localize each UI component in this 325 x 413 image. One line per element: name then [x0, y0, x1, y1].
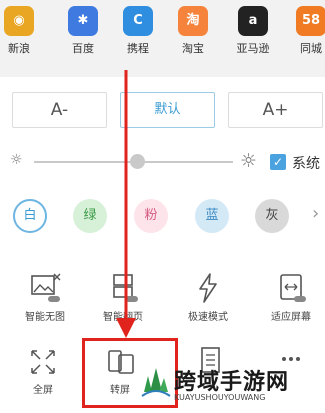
lightning-icon: [199, 273, 217, 303]
brightness-high-icon: ☼: [240, 150, 258, 172]
app-label: 携程: [127, 42, 149, 55]
app-sina[interactable]: ◉ 新浪: [0, 6, 44, 56]
amazon-icon: a: [238, 6, 268, 36]
tool-label: 极速模式: [188, 312, 228, 323]
tool-label: 智能无图: [25, 312, 65, 323]
tool-smart-no-image[interactable]: 智能无图: [5, 272, 85, 323]
theme-blue-swatch[interactable]: 蓝: [195, 199, 229, 233]
baidu-icon: ✱: [68, 6, 98, 36]
no-image-icon: [31, 273, 61, 302]
app-baidu[interactable]: ✱ 百度: [58, 6, 108, 56]
font-decrease-button[interactable]: A-: [12, 92, 107, 128]
tool-label: 全屏: [33, 385, 53, 396]
tool-fit-screen[interactable]: 适应屏幕: [251, 272, 325, 323]
app-ctrip[interactable]: C 携程: [113, 6, 163, 56]
theme-gray-swatch[interactable]: 灰: [255, 199, 289, 233]
shortcut-app-row: ◉ 新浪 ✱ 百度 C 携程 淘 淘宝 a 亚马逊 58 同城: [0, 0, 325, 68]
fullscreen-icon: [31, 350, 55, 374]
tongcheng-icon: 58: [296, 6, 325, 36]
tool-fullscreen[interactable]: 全屏: [3, 345, 83, 396]
theme-pink-swatch[interactable]: 粉: [134, 199, 168, 233]
chevron-right-icon[interactable]: ›: [312, 203, 319, 224]
app-label: 同城: [300, 42, 322, 55]
app-label: 淘宝: [182, 42, 204, 55]
site-watermark: 跨域手游网 KUAYUSHOUYOUWANG: [140, 360, 325, 413]
app-label: 亚马逊: [236, 42, 270, 55]
app-label: 百度: [72, 42, 94, 55]
ctrip-icon: C: [123, 6, 153, 36]
watermark-logo-icon: [141, 368, 171, 397]
brightness-low-icon: ☼: [10, 152, 23, 168]
app-tongcheng[interactable]: 58 同城: [286, 6, 325, 56]
tool-label: 适应屏幕: [271, 312, 311, 323]
sina-icon: ◉: [4, 6, 34, 36]
system-brightness-checkbox[interactable]: ✓: [270, 154, 286, 170]
brightness-slider-thumb[interactable]: [129, 154, 145, 169]
font-increase-button[interactable]: A+: [228, 92, 323, 128]
fit-screen-icon: [280, 274, 306, 302]
font-default-button[interactable]: 默认: [120, 92, 215, 128]
watermark-subtitle: KUAYUSHOUYOUWANG: [174, 393, 266, 402]
tool-speed-mode[interactable]: 极速模式: [168, 272, 248, 323]
tool-label: 智能翻页: [103, 312, 143, 323]
taobao-icon: 淘: [178, 6, 208, 36]
theme-green-swatch[interactable]: 绿: [73, 199, 107, 233]
app-label: 新浪: [8, 42, 30, 55]
theme-white-swatch[interactable]: 白: [13, 199, 47, 233]
page-turn-icon: [113, 274, 138, 302]
system-brightness-label: 系统: [292, 156, 320, 172]
app-amazon[interactable]: a 亚马逊: [228, 6, 278, 56]
app-taobao[interactable]: 淘 淘宝: [168, 6, 218, 56]
watermark-title: 跨域手游网: [174, 370, 290, 395]
tool-smart-page-turn[interactable]: 智能翻页: [83, 272, 163, 323]
